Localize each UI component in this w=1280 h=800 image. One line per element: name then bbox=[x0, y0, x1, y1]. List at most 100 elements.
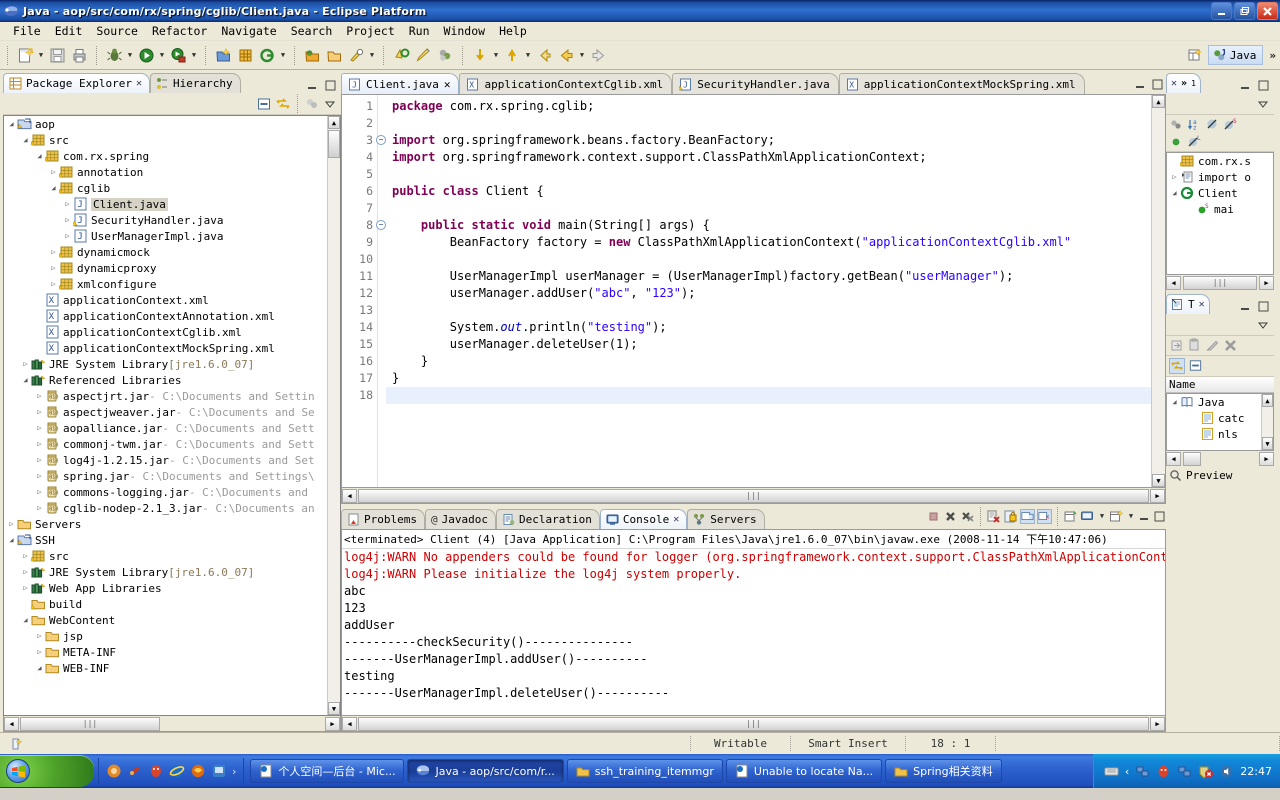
clear-console-icon[interactable] bbox=[986, 509, 1001, 524]
last-edit-location-icon[interactable] bbox=[390, 44, 412, 66]
display-selected-console-icon[interactable]: x bbox=[1037, 508, 1052, 524]
run-icon[interactable] bbox=[135, 44, 157, 66]
link-with-editor-icon[interactable] bbox=[275, 96, 291, 112]
collapse-all-icon[interactable] bbox=[1188, 358, 1203, 374]
expand-arrow-closed-icon[interactable]: ▷ bbox=[6, 520, 17, 528]
expand-arrow-open-icon[interactable]: ◢ bbox=[48, 184, 59, 192]
expand-arrow-closed-icon[interactable]: ▷ bbox=[20, 552, 31, 560]
outline-tab-controls[interactable] bbox=[1237, 77, 1274, 93]
pin-console-icon[interactable] bbox=[1020, 508, 1035, 524]
taskbar-button-1[interactable]: Java - aop/src/com/r... bbox=[407, 759, 564, 783]
view-minimize-icon[interactable] bbox=[304, 77, 320, 93]
toolbar-overflow-icon[interactable]: » bbox=[1269, 49, 1276, 62]
templates-vertical-scrollbar[interactable]: ▲ ▼ bbox=[1261, 394, 1273, 450]
window-controls[interactable] bbox=[1211, 2, 1278, 20]
tree-item[interactable]: XapplicationContextCglib.xml bbox=[4, 324, 340, 340]
tree-item[interactable]: ◢ src bbox=[4, 132, 340, 148]
minimize-button[interactable] bbox=[1211, 2, 1232, 20]
scroll-up-icon[interactable]: ▲ bbox=[1262, 394, 1273, 407]
expand-arrow-open-icon[interactable]: ◢ bbox=[6, 120, 17, 128]
scroll-lock-icon[interactable] bbox=[1003, 509, 1018, 524]
expand-arrow-closed-icon[interactable]: ▷ bbox=[20, 568, 31, 576]
expand-arrow-closed-icon[interactable]: ▷ bbox=[34, 408, 45, 416]
package-explorer-tree[interactable]: ◢ aop ◢ src ◢ com.rx.spring ▷ annotation ◢ cglib ▷… bbox=[3, 115, 341, 716]
code-line[interactable]: } bbox=[386, 370, 1165, 387]
view-minimize-icon[interactable] bbox=[1237, 298, 1253, 314]
tree-item[interactable]: ▷ 010 spring.jar - C:\Documents and Settin… bbox=[4, 468, 340, 484]
code-line[interactable]: public class Client { bbox=[386, 183, 1165, 200]
next-annotation-icon[interactable] bbox=[469, 44, 491, 66]
templates-toolbar[interactable] bbox=[1166, 336, 1274, 356]
scroll-thumb-h[interactable]: ||| bbox=[20, 716, 160, 731]
scroll-right-icon[interactable]: ▶ bbox=[325, 716, 340, 731]
close-button[interactable] bbox=[1257, 2, 1278, 20]
code-line[interactable]: System.out.println("testing"); bbox=[386, 319, 1165, 336]
tree-item[interactable]: ▷ 010 commons-logging.jar - C:\Documents a… bbox=[4, 484, 340, 500]
tree-item[interactable]: ▷ src bbox=[4, 548, 340, 564]
source-code[interactable]: package com.rx.spring.cglib; import org.… bbox=[386, 95, 1165, 487]
open-perspective-icon[interactable] bbox=[1184, 44, 1208, 66]
console-output-lines[interactable]: log4j:WARN No appenders could be found f… bbox=[342, 549, 1165, 715]
expand-arrow-closed-icon[interactable]: ▷ bbox=[1169, 173, 1180, 181]
editor-maximize-icon[interactable] bbox=[1151, 78, 1164, 91]
remove-all-launches-icon[interactable] bbox=[960, 509, 975, 524]
back-history-icon[interactable] bbox=[533, 44, 555, 66]
edit-template-icon[interactable] bbox=[1205, 338, 1220, 353]
open-resource-icon[interactable] bbox=[323, 44, 345, 66]
expand-arrow-closed-icon[interactable]: ▷ bbox=[48, 168, 59, 176]
expand-arrow-open-icon[interactable]: ◢ bbox=[20, 136, 31, 144]
outline-toolbar[interactable]: az S L bbox=[1166, 115, 1274, 152]
code-line[interactable]: BeanFactory factory = new ClassPathXmlAp… bbox=[386, 234, 1165, 251]
tree-item[interactable]: build bbox=[4, 596, 340, 612]
close-icon[interactable]: ✕ bbox=[1199, 299, 1205, 310]
network-icon[interactable] bbox=[1135, 764, 1150, 779]
editor-tab-strip[interactable]: J Client.java ✕ X applicationContextCgli… bbox=[341, 72, 1166, 94]
outline-horizontal-scrollbar[interactable]: ◀ ||| ▶ bbox=[1166, 275, 1274, 290]
menu-help[interactable]: Help bbox=[492, 22, 534, 40]
code-line[interactable] bbox=[386, 387, 1165, 404]
run-dropdown-icon[interactable]: ▼ bbox=[157, 44, 167, 66]
console-maximize-icon[interactable] bbox=[1153, 510, 1166, 523]
outline-tree[interactable]: com.rx.s ▷ import o ◢ Client Smai bbox=[1166, 152, 1274, 275]
console-output-panel[interactable]: <terminated> Client (4) [Java Applicatio… bbox=[341, 529, 1166, 716]
search-dropdown-icon[interactable]: ▼ bbox=[367, 44, 377, 66]
start-button[interactable] bbox=[0, 755, 94, 787]
tree-item[interactable]: ▷ annotation bbox=[4, 164, 340, 180]
perspective-bar[interactable]: Java » bbox=[1184, 43, 1276, 67]
outline-item[interactable]: Smai bbox=[1167, 201, 1273, 217]
terminate-icon[interactable] bbox=[926, 509, 941, 524]
view-maximize-icon[interactable] bbox=[1255, 298, 1271, 314]
collapse-all-icon[interactable] bbox=[256, 96, 272, 112]
taskbar-button-3[interactable]: Unable to locate Na... bbox=[725, 759, 883, 783]
hide-static-icon[interactable]: S bbox=[1223, 117, 1238, 132]
expand-arrow-closed-icon[interactable]: ▷ bbox=[34, 488, 45, 496]
new-generic-dropdown-icon[interactable]: ▼ bbox=[278, 44, 288, 66]
scroll-left-icon[interactable]: ◀ bbox=[342, 488, 357, 503]
open-console-icon[interactable] bbox=[1063, 509, 1078, 524]
expand-arrow-closed-icon[interactable]: ▷ bbox=[62, 216, 73, 224]
expand-arrow-closed-icon[interactable]: ▷ bbox=[34, 392, 45, 400]
view-menu-icon[interactable] bbox=[1256, 318, 1270, 332]
menu-refactor[interactable]: Refactor bbox=[145, 22, 214, 40]
tree-item[interactable]: ▷ 010 aspectjweaver.jar - C:\Documents and… bbox=[4, 404, 340, 420]
tree-vertical-scrollbar[interactable]: ▲ ▼ bbox=[327, 116, 340, 715]
tree-item[interactable]: XapplicationContextAnnotation.xml bbox=[4, 308, 340, 324]
console-toolbar[interactable]: x ▼ ▼ bbox=[926, 505, 1166, 529]
taskbar-button-0[interactable]: 个人空间—后台 - Mic... bbox=[250, 759, 405, 783]
menu-run[interactable]: Run bbox=[402, 22, 437, 40]
network2-icon[interactable] bbox=[1177, 764, 1192, 779]
scroll-right-icon[interactable]: ▶ bbox=[1150, 488, 1165, 503]
tree-item[interactable]: ▷ dynamicproxy bbox=[4, 260, 340, 276]
volume-icon[interactable] bbox=[1219, 764, 1234, 779]
quick-launch-bar[interactable]: › bbox=[98, 758, 245, 784]
tab-declaration[interactable]: Declaration bbox=[495, 509, 600, 529]
menu-bar[interactable]: File Edit Source Refactor Navigate Searc… bbox=[0, 22, 1280, 41]
tree-item[interactable]: XapplicationContext.xml bbox=[4, 292, 340, 308]
expand-arrow-open-icon[interactable]: ◢ bbox=[20, 616, 31, 624]
expand-arrow-closed-icon[interactable]: ▷ bbox=[48, 264, 59, 272]
show-public-icon[interactable] bbox=[1169, 134, 1184, 149]
remove-launch-icon[interactable] bbox=[943, 509, 958, 524]
editor-tab-applicationcontextcglib-xml[interactable]: X applicationContextCglib.xml bbox=[459, 73, 673, 94]
template-item[interactable]: nls bbox=[1167, 426, 1273, 442]
outline-item[interactable]: com.rx.s bbox=[1167, 153, 1273, 169]
